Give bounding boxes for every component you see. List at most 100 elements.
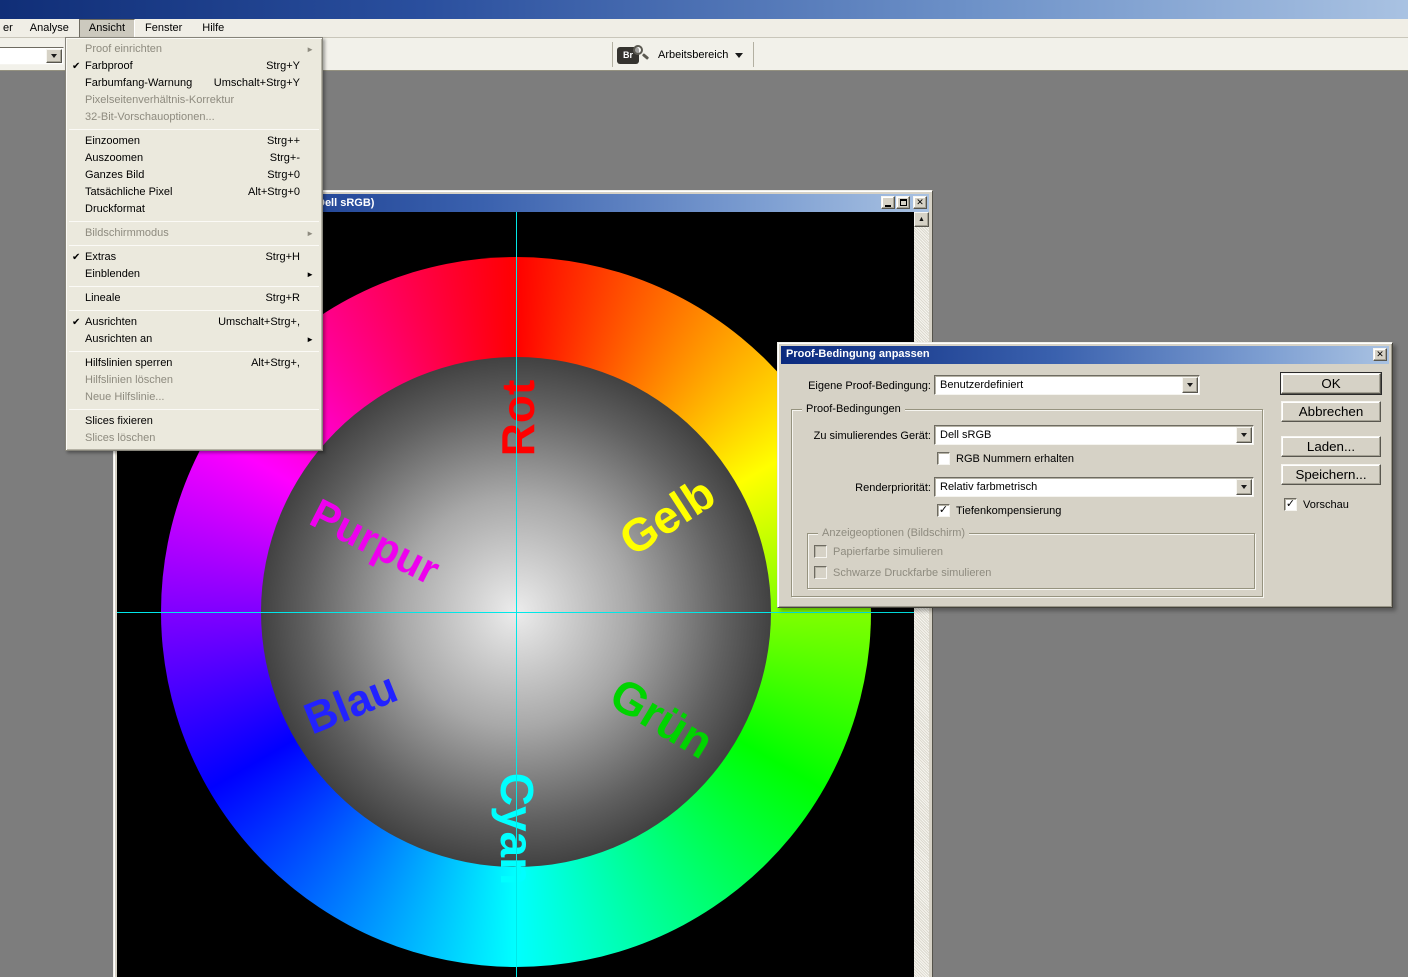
- menu-item-label: Farbumfang-Warnung: [85, 77, 192, 89]
- menu-item-label: 32-Bit-Vorschauoptionen...: [85, 111, 215, 123]
- menu-separator: [69, 129, 319, 130]
- cancel-button[interactable]: Abbrechen: [1281, 401, 1381, 422]
- preview-label: Vorschau: [1303, 499, 1349, 511]
- dialog-close-button[interactable]: ✕: [1373, 348, 1387, 361]
- rgb-numbers-label: RGB Nummern erhalten: [956, 453, 1074, 465]
- vertical-guide: [516, 212, 517, 977]
- submenu-arrow-icon: ►: [306, 225, 314, 242]
- chevron-down-icon: [1241, 433, 1247, 437]
- menu-bar: erAnalyseAnsichtFensterHilfe: [0, 19, 1408, 38]
- combo-dropdown-button[interactable]: [46, 49, 62, 63]
- menu-item-einblenden[interactable]: Einblenden►: [68, 266, 320, 283]
- scroll-up-button[interactable]: ▲: [914, 212, 929, 227]
- menu-item-shortcut: Strg+Y: [266, 58, 300, 75]
- menu-item-shortcut: Strg+0: [267, 167, 300, 184]
- menu-item-druckformat[interactable]: Druckformat: [68, 201, 320, 218]
- menu-item-einzoomen[interactable]: EinzoomenStrg++: [68, 133, 320, 150]
- load-button[interactable]: Laden...: [1281, 436, 1381, 457]
- save-button[interactable]: Speichern...: [1281, 464, 1381, 485]
- combo-dropdown-button[interactable]: [1182, 377, 1198, 393]
- menubar-item-hilfe[interactable]: Hilfe: [192, 19, 234, 38]
- checkmark-icon: ✔: [72, 314, 80, 331]
- render-intent-select[interactable]: Relativ farbmetrisch: [934, 477, 1254, 497]
- horizontal-guide: [117, 612, 916, 613]
- menu-item-tatsächliche-pixel[interactable]: Tatsächliche PixelAlt+Strg+0: [68, 184, 320, 201]
- menu-item-label: Proof einrichten: [85, 43, 162, 55]
- menu-item-label: Ganzes Bild: [85, 169, 144, 181]
- checkmark-icon: ✔: [72, 249, 80, 266]
- close-icon: ✕: [1376, 349, 1384, 360]
- menubar-item-fenster[interactable]: Fenster: [135, 19, 192, 38]
- workspace-button[interactable]: Arbeitsbereich: [658, 47, 743, 63]
- dialog-titlebar[interactable]: Proof-Bedingung anpassen ✕: [781, 346, 1389, 364]
- ok-button[interactable]: OK: [1281, 373, 1381, 394]
- menu-separator: [69, 409, 319, 410]
- display-options-group: Anzeigeoptionen (Bildschirm): [807, 533, 1255, 589]
- menu-item-32-bit-vorschauoptionen: 32-Bit-Vorschauoptionen...: [68, 109, 320, 126]
- document-title: Dell sRGB): [317, 197, 374, 209]
- menubar-item-ansicht[interactable]: Ansicht: [79, 19, 135, 38]
- submenu-arrow-icon: ►: [306, 331, 314, 348]
- tool-options-combo[interactable]: [0, 47, 64, 65]
- render-intent-value: Relativ farbmetrisch: [940, 481, 1037, 493]
- menu-item-extras[interactable]: ✔ Extras Strg+H: [68, 249, 320, 266]
- menu-item-label: Extras: [85, 251, 116, 263]
- menu-item-auszoomen[interactable]: AuszoomenStrg+-: [68, 150, 320, 167]
- menu-item-shortcut: Strg+H: [265, 249, 300, 266]
- custom-condition-label: Eigene Proof-Bedingung:: [791, 380, 931, 392]
- menu-item-ausrichten[interactable]: ✔ Ausrichten Umschalt+Strg+,: [68, 314, 320, 331]
- menu-item-ganzes-bild[interactable]: Ganzes Bild Strg+0: [68, 167, 320, 184]
- simulate-paper-label: Papierfarbe simulieren: [833, 546, 943, 558]
- menu-item-shortcut: Alt+Strg+0: [248, 184, 300, 201]
- custom-condition-value: Benutzerdefiniert: [940, 379, 1023, 391]
- menu-item-label: Hilfslinien sperren: [85, 357, 172, 369]
- menu-item-label: Pixelseitenverhältnis-Korrektur: [85, 94, 234, 106]
- simulate-ink-checkbox: [814, 566, 827, 579]
- chevron-down-icon: [51, 54, 57, 58]
- device-select[interactable]: Dell sRGB: [934, 425, 1254, 445]
- black-point-compensation-label: Tiefenkompensierung: [956, 505, 1061, 517]
- custom-condition-select[interactable]: Benutzerdefiniert: [934, 375, 1200, 395]
- menu-item-farbproof[interactable]: ✔FarbproofStrg+Y: [68, 58, 320, 75]
- combo-dropdown-button[interactable]: [1236, 427, 1252, 443]
- display-options-group-label: Anzeigeoptionen (Bildschirm): [818, 527, 969, 539]
- app-titlebar: [0, 0, 1408, 19]
- menu-item-ausrichten-an[interactable]: Ausrichten an ►: [68, 331, 320, 348]
- magnifier-icon: [633, 45, 643, 55]
- menu-item-label: Ausrichten: [85, 316, 137, 328]
- menu-item-farbumfang-warnung[interactable]: Farbumfang-WarnungUmschalt+Strg+Y: [68, 75, 320, 92]
- menu-item-label: Hilfslinien löschen: [85, 374, 173, 386]
- menu-item-label: Neue Hilfslinie...: [85, 391, 164, 403]
- preview-checkbox[interactable]: ✓: [1284, 498, 1297, 511]
- bridge-button[interactable]: Br: [617, 45, 651, 67]
- rgb-numbers-checkbox[interactable]: [937, 452, 950, 465]
- menu-item-shortcut: Umschalt+Strg+,: [218, 314, 300, 331]
- menu-item-hilfslinien-sperren[interactable]: Hilfslinien sperrenAlt+Strg+,: [68, 355, 320, 372]
- menu-item-lineale[interactable]: Lineale Strg+R: [68, 290, 320, 307]
- submenu-arrow-icon: ►: [306, 41, 314, 58]
- menubar-item-analyse[interactable]: Analyse: [20, 19, 79, 38]
- menu-item-label: Slices löschen: [85, 432, 155, 444]
- menu-item-label: Lineale: [85, 292, 120, 304]
- black-point-compensation-checkbox[interactable]: ✓: [937, 504, 950, 517]
- device-value: Dell sRGB: [940, 429, 991, 441]
- menu-item-label: Bildschirmmodus: [85, 227, 169, 239]
- menu-item-label: Ausrichten an: [85, 333, 152, 345]
- menubar-item-er[interactable]: er: [0, 19, 20, 38]
- menu-item-shortcut: Strg+R: [265, 290, 300, 307]
- menu-item-slices-fixieren[interactable]: Slices fixieren: [68, 413, 320, 430]
- combo-dropdown-button[interactable]: [1236, 479, 1252, 495]
- menu-item-bildschirmmodus: Bildschirmmodus ►: [68, 225, 320, 242]
- menu-item-label: Druckformat: [85, 203, 145, 215]
- minimize-button[interactable]: [881, 196, 895, 209]
- menu-separator: [69, 351, 319, 352]
- maximize-button[interactable]: [896, 196, 910, 209]
- toolbar-separator: [753, 42, 754, 67]
- close-button[interactable]: ✕: [913, 196, 927, 209]
- chevron-down-icon: [735, 53, 743, 58]
- minimize-icon: [885, 205, 891, 207]
- menu-separator: [69, 221, 319, 222]
- photoshop-app: erAnalyseAnsichtFensterHilfe Br Arbeitsb…: [0, 0, 1408, 977]
- dialog-title: Proof-Bedingung anpassen: [786, 348, 930, 360]
- menu-item-neue-hilfslinie: Neue Hilfslinie...: [68, 389, 320, 406]
